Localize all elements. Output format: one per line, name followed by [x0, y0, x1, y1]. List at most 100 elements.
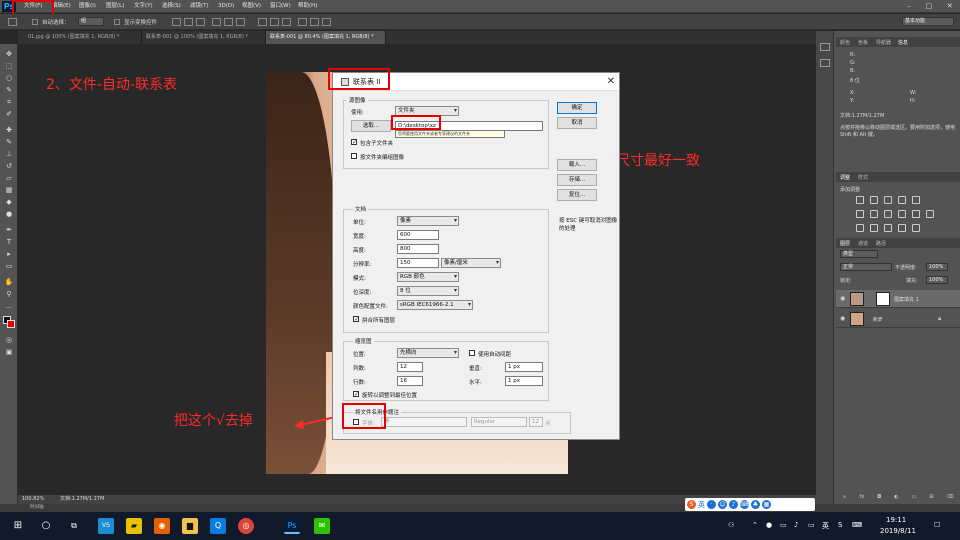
color-profile-dropdown[interactable]: sRGB IEC61966-2.1 [397, 300, 473, 310]
close-icon[interactable]: ✕ [947, 0, 953, 13]
mode-dropdown[interactable]: RGB 颜色 [397, 272, 459, 282]
tab-color[interactable]: 颜色 [840, 39, 850, 46]
volume-icon[interactable]: ♪ [794, 521, 798, 529]
tab-contact-sheet-2[interactable]: 联系表-001 @ 80.4% (图案填充 1, RGB/8) * [266, 31, 386, 44]
cancel-button[interactable]: 取消 [557, 117, 597, 129]
new-layer-icon[interactable]: ⊞ [929, 494, 933, 502]
move-tool-icon[interactable]: ✥ [4, 50, 14, 58]
vertical-field[interactable]: 1 px [505, 362, 543, 372]
cortana-icon[interactable]: ○ [38, 518, 54, 534]
exposure-icon[interactable] [898, 196, 906, 204]
firefox-icon[interactable]: ◉ [154, 518, 170, 534]
hue-saturation-icon[interactable] [856, 210, 864, 218]
sticky-notes-icon[interactable]: ▰ [126, 518, 142, 534]
distribute-bottom-icon[interactable] [282, 18, 291, 26]
background-color-swatch[interactable] [7, 320, 15, 328]
tab-styles[interactable]: 样式 [858, 174, 868, 181]
layer-name[interactable]: 图案填充 1 [894, 296, 919, 303]
curves-icon[interactable] [884, 196, 892, 204]
blend-mode-dropdown[interactable]: 正常 [840, 263, 892, 271]
menu-type[interactable]: 文字(Y) [134, 2, 153, 11]
menu-view[interactable]: 视图(V) [242, 2, 261, 11]
move-tool-icon[interactable] [8, 18, 17, 26]
menu-help[interactable]: 帮助(H) [298, 2, 317, 11]
align-vcenter-icon[interactable] [184, 18, 193, 26]
bit-depth-dropdown[interactable]: 8 位 [397, 286, 459, 296]
add-mask-icon[interactable]: ◘ [877, 494, 881, 502]
channel-mixer-icon[interactable] [912, 210, 920, 218]
menu-3d[interactable]: 3D(D) [218, 2, 234, 11]
layer-name[interactable]: 背景 [872, 316, 882, 323]
auto-select-dropdown[interactable]: 组 [78, 17, 104, 26]
distribute-vcenter-icon[interactable] [270, 18, 279, 26]
screen-mode-icon[interactable]: ▣ [4, 348, 14, 356]
black-white-icon[interactable] [884, 210, 892, 218]
tab-adjustments[interactable]: 调整 [840, 174, 850, 181]
invert-icon[interactable] [856, 224, 864, 232]
emoji-icon[interactable]: ☺ [718, 500, 727, 509]
resolution-field[interactable]: 150 [397, 258, 439, 268]
vscode-icon[interactable]: VS [98, 518, 114, 534]
levels-icon[interactable] [870, 196, 878, 204]
reset-button[interactable]: 复位... [557, 189, 597, 201]
choose-folder-button[interactable]: 选取... [351, 120, 391, 132]
layer-row-fill[interactable]: ◉ 图案填充 1 [836, 290, 960, 308]
pen-tool-icon[interactable]: ✒ [4, 226, 14, 234]
fx-icon[interactable]: fx [860, 494, 865, 502]
wechat-icon[interactable]: ✉ [314, 518, 330, 534]
type-tool-icon[interactable]: T [4, 238, 14, 246]
taskbar-lang[interactable]: 英 [822, 521, 829, 531]
lasso-tool-icon[interactable]: ○ [4, 74, 14, 82]
zoom-level[interactable]: 100.82% [22, 495, 44, 504]
shape-tool-icon[interactable]: ▭ [4, 262, 14, 270]
timeline-tab[interactable]: 时间轴 [0, 504, 960, 512]
voice-icon[interactable]: ♪ [729, 500, 738, 509]
place-dropdown[interactable]: 先横向 [397, 348, 459, 358]
caption-size-field[interactable]: 12 [529, 417, 543, 427]
task-view-icon[interactable]: ⧉ [66, 518, 82, 534]
align-bottom-icon[interactable] [196, 18, 205, 26]
history-brush-icon[interactable]: ↺ [4, 162, 14, 170]
distribute-left-icon[interactable] [298, 18, 307, 26]
quick-mask-icon[interactable]: ◎ [4, 336, 14, 344]
properties-panel-icon[interactable] [820, 59, 830, 67]
visibility-eye-icon[interactable]: ◉ [840, 295, 845, 302]
tab-contact-sheet-1[interactable]: 联系表-001 @ 100% (图案填充 1, RGB/8) * [142, 31, 266, 44]
menu-filter[interactable]: 滤镜(T) [190, 2, 209, 11]
resolution-unit-dropdown[interactable]: 像素/厘米 [441, 258, 501, 268]
keyboard-icon[interactable]: ⌨ [740, 500, 749, 509]
tab-navigator[interactable]: 导航器 [876, 39, 891, 46]
align-top-icon[interactable] [172, 18, 181, 26]
distribute-top-icon[interactable] [258, 18, 267, 26]
tab-channels[interactable]: 通道 [858, 240, 868, 247]
tab-info[interactable]: 信息 [898, 39, 908, 46]
tab-swatches[interactable]: 色板 [858, 39, 868, 46]
columns-field[interactable]: 12 [397, 362, 423, 372]
dodge-tool-icon[interactable]: ● [4, 210, 14, 218]
width-field[interactable]: 600 [397, 230, 439, 240]
marquee-tool-icon[interactable]: ⬚ [4, 62, 14, 70]
gradient-tool-icon[interactable]: ▦ [4, 186, 14, 194]
ime-tray-icon[interactable]: S [838, 521, 842, 529]
file-explorer-icon[interactable]: ▆ [182, 518, 198, 534]
align-right-icon[interactable] [236, 18, 245, 26]
tab-layers[interactable]: 图层 [840, 240, 850, 247]
color-balance-icon[interactable] [870, 210, 878, 218]
rows-field[interactable]: 16 [397, 376, 423, 386]
posterize-icon[interactable] [870, 224, 878, 232]
clock-date[interactable]: 2019/8/11 [880, 527, 916, 535]
show-transform-checkbox[interactable] [114, 19, 120, 25]
caption-style-dropdown[interactable]: Regular [471, 417, 527, 427]
photo-filter-icon[interactable] [898, 210, 906, 218]
distribute-hcenter-icon[interactable] [310, 18, 319, 26]
menu-layer[interactable]: 图层(L) [106, 2, 124, 11]
distribute-right-icon[interactable] [322, 18, 331, 26]
new-adjustment-icon[interactable]: ◐ [894, 494, 898, 502]
photoshop-taskbar-icon[interactable]: Ps [284, 518, 300, 534]
battery-icon[interactable]: ▭ [808, 521, 815, 529]
caption-font-dropdown[interactable]: 黑 [381, 417, 467, 427]
more-tools-icon[interactable]: … [4, 302, 14, 310]
horizontal-field[interactable]: 1 px [505, 376, 543, 386]
chrome-icon[interactable]: ◎ [238, 518, 254, 534]
layer-row-background[interactable]: ◉ 背景 🔒︎ [836, 310, 960, 328]
